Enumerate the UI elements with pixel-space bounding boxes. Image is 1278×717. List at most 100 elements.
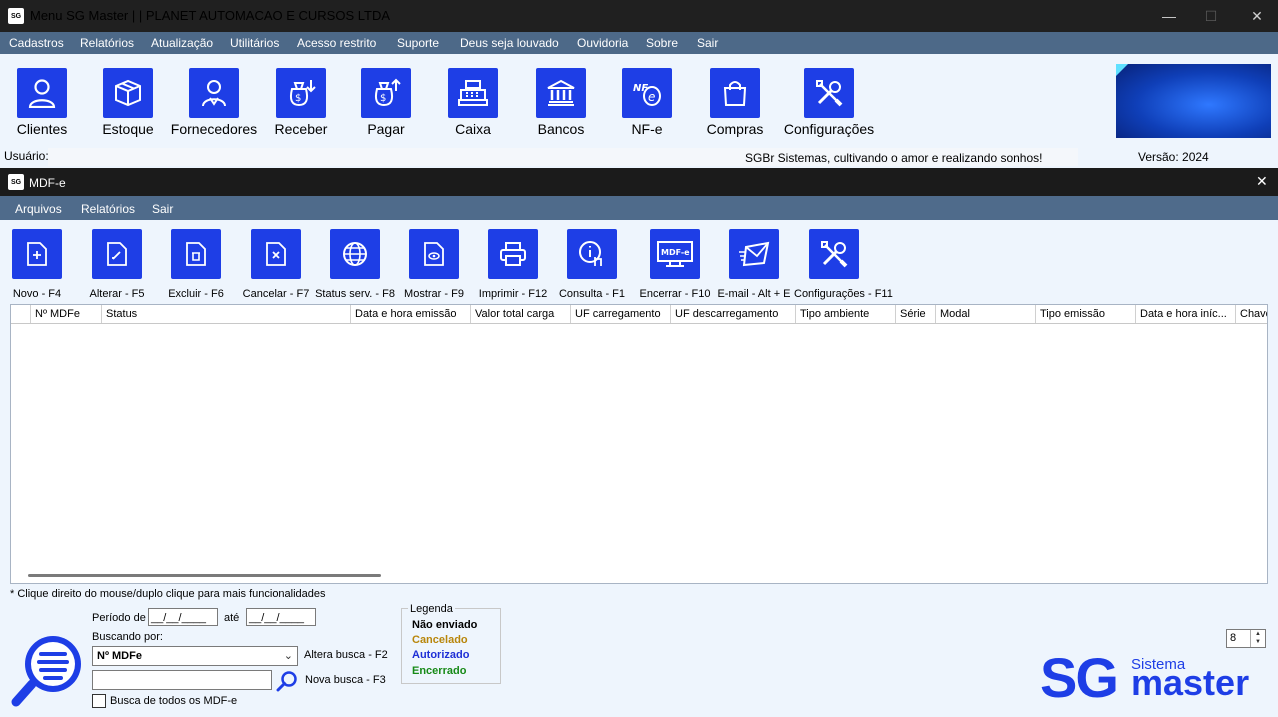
main-status-bar: Usuário: SGBr Sistemas, cultivando o amo… bbox=[0, 148, 1278, 168]
new-search-label: Nova busca - F3 bbox=[305, 674, 386, 686]
font-size-stepper[interactable]: 8 ▲ ▼ bbox=[1226, 629, 1266, 648]
configuracoes-label: Configurações bbox=[783, 121, 875, 137]
date-to-input[interactable]: __/__/____ bbox=[246, 608, 316, 626]
grid-col-valor-total[interactable]: Valor total carga bbox=[471, 305, 571, 323]
svg-text:$: $ bbox=[380, 93, 386, 104]
alterar-label: Alterar - F5 bbox=[89, 288, 145, 300]
nfe-button[interactable]: NF e NF-e bbox=[597, 68, 697, 137]
estoque-button[interactable]: Estoque bbox=[78, 68, 178, 137]
alterar-button[interactable]: Alterar - F5 bbox=[72, 229, 162, 300]
bancos-label: Bancos bbox=[537, 121, 585, 137]
imprimir-label: Imprimir - F12 bbox=[478, 288, 548, 300]
grid-col-data-inicio[interactable]: Data e hora iníc... bbox=[1136, 305, 1236, 323]
printer-icon bbox=[488, 229, 538, 279]
legend-autorizado: Autorizado bbox=[412, 649, 470, 661]
mdfe-data-grid[interactable]: Nº MDFe Status Data e hora emissão Valor… bbox=[10, 304, 1268, 584]
main-toolbar: Clientes Estoque Fornecedores $ Receber … bbox=[0, 54, 1278, 148]
menu-suporte[interactable]: Suporte bbox=[397, 36, 439, 50]
brand-logo-master: master bbox=[1131, 662, 1250, 703]
new-document-icon bbox=[12, 229, 62, 279]
grid-col-serie[interactable]: Série bbox=[896, 305, 936, 323]
search-by-label: Buscando por: bbox=[92, 631, 163, 643]
close-button[interactable]: ✕ bbox=[1234, 0, 1278, 32]
minimize-button[interactable]: — bbox=[1146, 0, 1192, 32]
caixa-label: Caixa bbox=[455, 121, 491, 137]
search-all-checkbox[interactable] bbox=[92, 694, 106, 708]
nfe-label: NF-e bbox=[631, 121, 663, 137]
menu-acesso-restrito[interactable]: Acesso restrito bbox=[297, 36, 376, 50]
menu-deus-seja-louvado[interactable]: Deus seja louvado bbox=[460, 36, 559, 50]
mdfe-monitor-icon: MDF-e bbox=[650, 229, 700, 279]
cancelar-button[interactable]: Cancelar - F7 bbox=[231, 229, 321, 300]
grid-col-modal[interactable]: Modal bbox=[936, 305, 1036, 323]
tools-icon bbox=[809, 229, 859, 279]
grid-col-data-emissao[interactable]: Data e hora emissão bbox=[351, 305, 471, 323]
search-icon[interactable] bbox=[276, 670, 298, 692]
email-label: E-mail - Alt + E bbox=[717, 288, 791, 300]
mdfe-menu-relatorios[interactable]: Relatórios bbox=[81, 202, 135, 216]
shopping-bag-icon bbox=[710, 68, 760, 118]
mdfe-menu-sair[interactable]: Sair bbox=[152, 202, 173, 216]
compras-button[interactable]: Compras bbox=[685, 68, 785, 137]
caixa-button[interactable]: Caixa bbox=[423, 68, 523, 137]
grid-horizontal-scrollbar[interactable] bbox=[28, 574, 381, 577]
configuracoes-button[interactable]: Configurações bbox=[779, 68, 879, 137]
fornecedores-button[interactable]: Fornecedores bbox=[164, 68, 264, 137]
novo-button[interactable]: Novo - F4 bbox=[0, 229, 82, 300]
search-by-select[interactable]: Nº MDFe ⌄ bbox=[92, 646, 298, 666]
grid-col-uf-descarregamento[interactable]: UF descarregamento bbox=[671, 305, 796, 323]
consulta-label: Consulta - F1 bbox=[558, 288, 626, 300]
grid-hint: * Clique direito do mouse/duplo clique p… bbox=[10, 588, 326, 600]
menu-relatorios[interactable]: Relatórios bbox=[80, 36, 134, 50]
main-menu-bar: Cadastros Relatórios Atualização Utilitá… bbox=[0, 32, 1278, 54]
bancos-button[interactable]: Bancos bbox=[511, 68, 611, 137]
grid-col-uf-carregamento[interactable]: UF carregamento bbox=[571, 305, 671, 323]
brand-logo-sg: SG bbox=[1040, 646, 1119, 709]
until-label: até bbox=[224, 612, 240, 624]
pagar-button[interactable]: $ Pagar bbox=[336, 68, 436, 137]
mdfe-title-bar: MDF-e ✕ bbox=[0, 168, 1278, 196]
legend-box: Legenda Não enviado Cancelado Autorizado… bbox=[401, 603, 501, 684]
grid-col-chave[interactable]: Chave bbox=[1236, 305, 1267, 323]
date-from-input[interactable]: __/__/____ bbox=[148, 608, 218, 626]
pagar-label: Pagar bbox=[367, 121, 405, 137]
main-window-title: Menu SG Master | | PLANET AUTOMACAO E CU… bbox=[30, 8, 391, 23]
nfe-icon: NF e bbox=[622, 68, 672, 118]
cancel-document-icon bbox=[251, 229, 301, 279]
excluir-button[interactable]: Excluir - F6 bbox=[151, 229, 241, 300]
search-by-value: Nº MDFe bbox=[97, 650, 142, 662]
grid-col-status[interactable]: Status bbox=[102, 305, 351, 323]
status-message: SGBr Sistemas, cultivando o amor e reali… bbox=[745, 151, 1043, 165]
menu-ouvidoria[interactable]: Ouvidoria bbox=[577, 36, 628, 50]
app-logo: SG bbox=[8, 8, 24, 24]
globe-status-icon bbox=[330, 229, 380, 279]
grid-col-tipo-emissao[interactable]: Tipo emissão bbox=[1036, 305, 1136, 323]
menu-utilitarios[interactable]: Utilitários bbox=[230, 36, 279, 50]
grid-header: Nº MDFe Status Data e hora emissão Valor… bbox=[11, 305, 1267, 324]
info-click-icon bbox=[567, 229, 617, 279]
novo-label: Novo - F4 bbox=[12, 288, 62, 300]
maximize-button[interactable]: ☐ bbox=[1188, 0, 1234, 32]
money-bag-in-icon: $ bbox=[276, 68, 326, 118]
email-button[interactable]: E-mail - Alt + E bbox=[709, 229, 799, 300]
stepper-arrows-icon[interactable]: ▲ ▼ bbox=[1250, 630, 1265, 647]
mdfe-menu-arquivos[interactable]: Arquivos bbox=[15, 202, 62, 216]
consulta-button[interactable]: Consulta - F1 bbox=[547, 229, 637, 300]
mdfe-close-button[interactable]: ✕ bbox=[1256, 173, 1268, 190]
status-serv-button[interactable]: Status serv. - F8 bbox=[313, 229, 397, 300]
mdfe-menu-bar: Arquivos Relatórios Sair bbox=[0, 196, 1278, 220]
promo-banner[interactable] bbox=[1116, 64, 1271, 138]
imprimir-button[interactable]: Imprimir - F12 bbox=[468, 229, 558, 300]
grid-col-numero[interactable]: Nº MDFe bbox=[31, 305, 102, 323]
grid-col-tipo-ambiente[interactable]: Tipo ambiente bbox=[796, 305, 896, 323]
menu-atualizacao[interactable]: Atualização bbox=[151, 36, 213, 50]
mostrar-button[interactable]: Mostrar - F9 bbox=[389, 229, 479, 300]
menu-cadastros[interactable]: Cadastros bbox=[9, 36, 64, 50]
search-input[interactable] bbox=[92, 670, 272, 690]
supplier-icon bbox=[189, 68, 239, 118]
edit-document-icon bbox=[92, 229, 142, 279]
menu-sair[interactable]: Sair bbox=[697, 36, 718, 50]
mdfe-configuracoes-button[interactable]: Configurações - F11 bbox=[794, 229, 893, 300]
change-search-label: Altera busca - F2 bbox=[304, 649, 388, 661]
menu-sobre[interactable]: Sobre bbox=[646, 36, 678, 50]
